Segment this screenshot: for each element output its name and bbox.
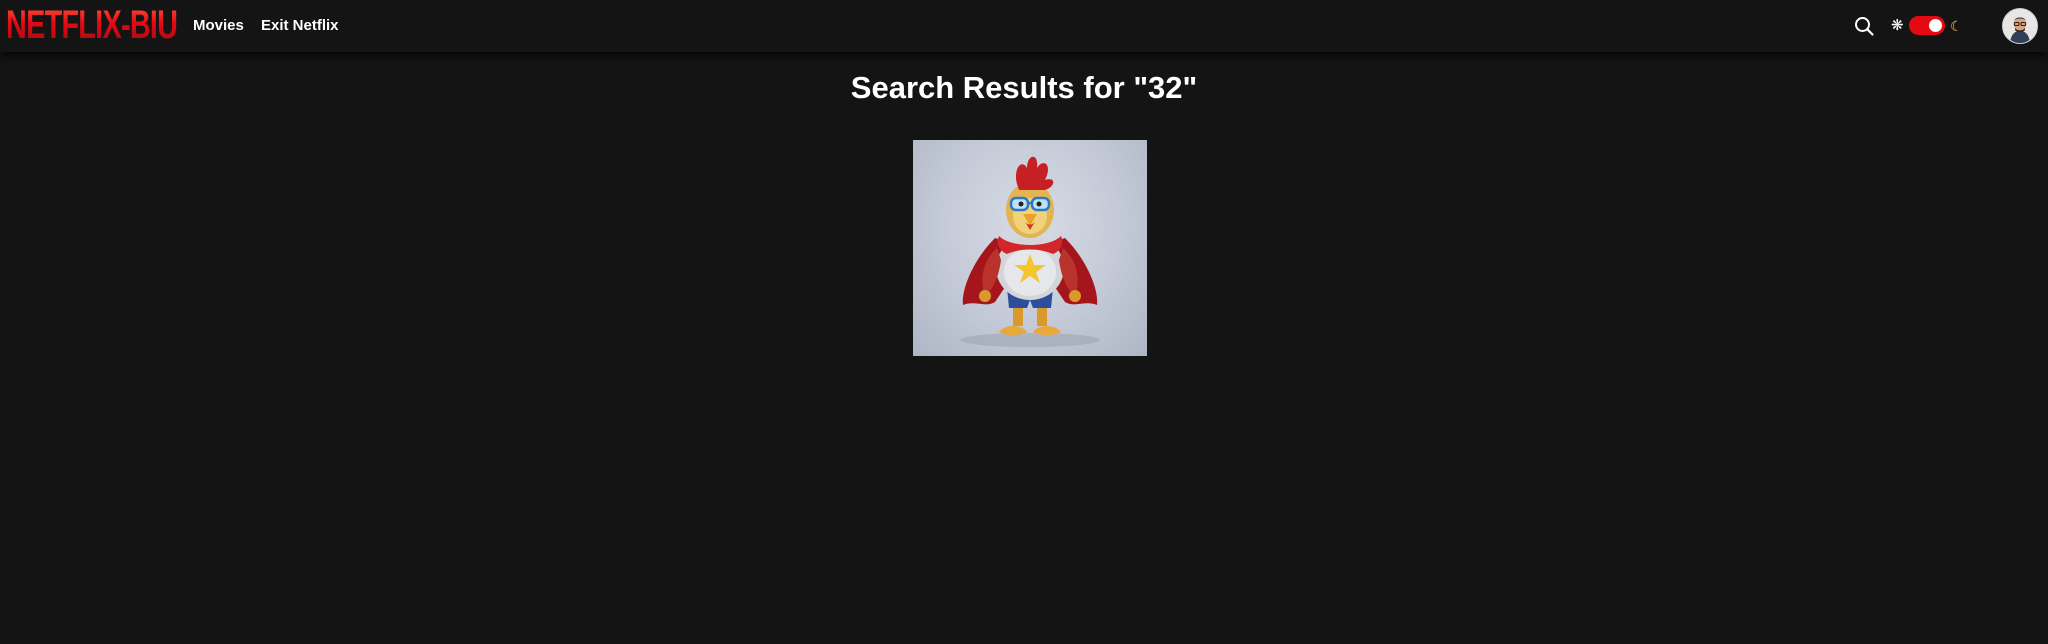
nav-link-exit-netflix[interactable]: Exit Netflix (261, 17, 339, 35)
chicken-superhero-image (960, 156, 1100, 347)
netflix-biu-logo[interactable]: NETFLIX-BIU (6, 3, 178, 47)
page-title: Search Results for "32" (850, 70, 1198, 105)
moon-icon: ☾ (1950, 18, 1963, 34)
search-result-card[interactable] (913, 140, 1147, 356)
toggle-knob (1929, 19, 1942, 32)
search-icon[interactable] (1853, 15, 1875, 37)
top-navbar: NETFLIX-BIU Movies Exit Netflix ❋ ☾ (0, 0, 2048, 52)
nav-link-movies[interactable]: Movies (193, 17, 244, 35)
theme-toggle[interactable] (1909, 16, 1945, 35)
sun-icon: ❋ (1891, 17, 1904, 34)
avatar[interactable] (2002, 8, 2038, 44)
